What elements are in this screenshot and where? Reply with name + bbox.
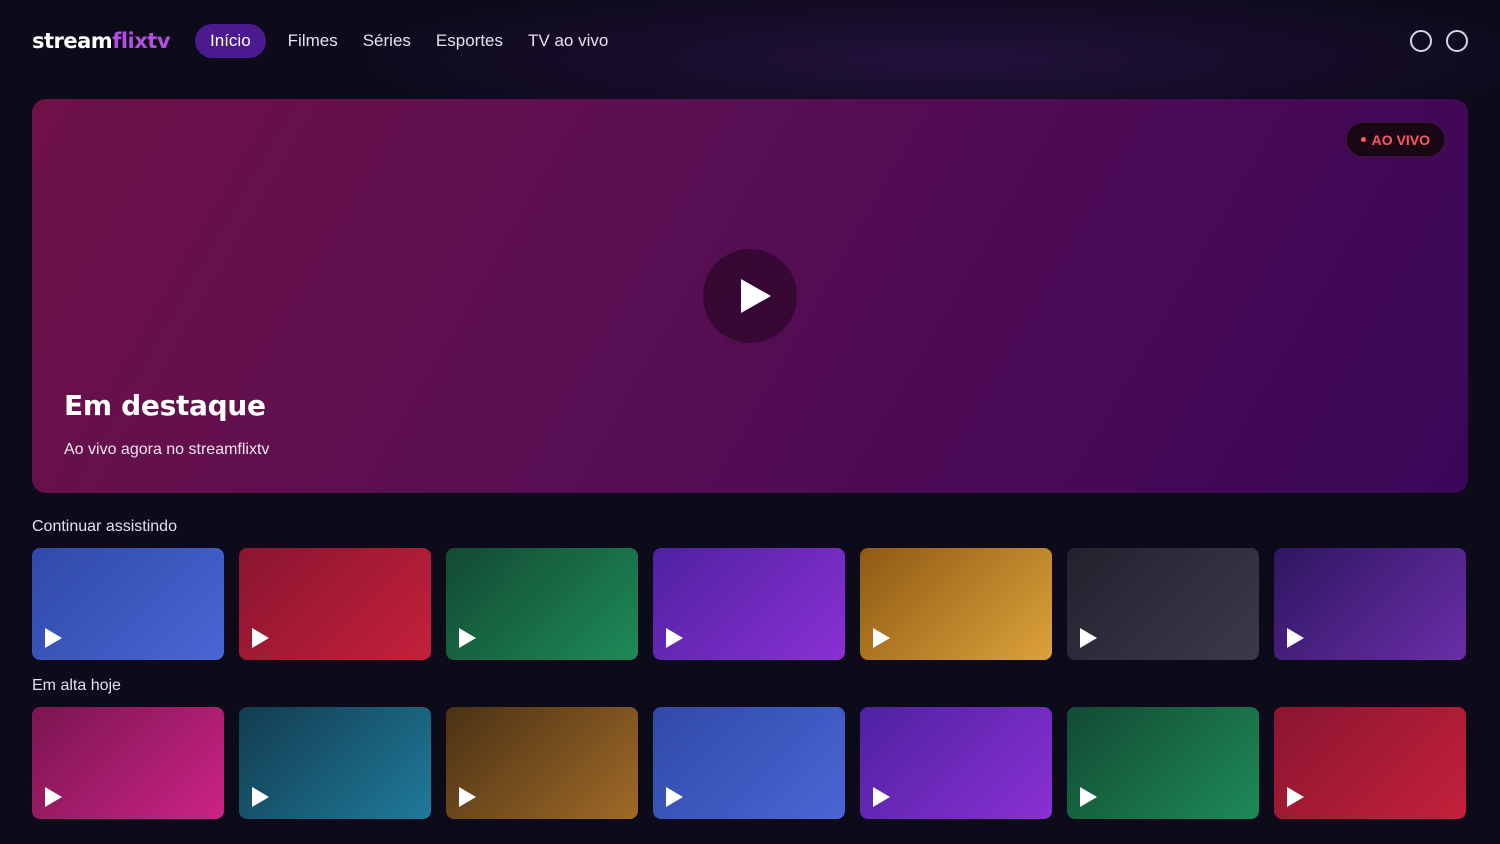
logo[interactable]: streamflixtv [32,29,171,53]
main-nav: Início Filmes Séries Esportes TV ao vivo [195,24,621,58]
video-card[interactable] [32,707,224,819]
hero-subtitle: Ao vivo agora no streamflixtv [64,441,270,458]
video-card[interactable] [32,548,224,660]
featured-banner[interactable]: AO VIVO Em destaque Ao vivo agora no str… [32,99,1468,493]
video-card[interactable] [239,707,431,819]
nav-esportes[interactable]: Esportes [424,24,515,58]
play-icon [252,787,269,807]
hero-title: Em destaque [64,389,266,422]
header-actions [1410,30,1468,52]
nav-filmes[interactable]: Filmes [276,24,350,58]
video-card[interactable] [1067,707,1259,819]
play-icon [666,787,683,807]
row-title-em-alta: Em alta hoje [32,677,121,694]
play-icon [45,628,62,648]
app-page: streamflixtv Início Filmes Séries Esport… [0,0,1500,844]
logo-flixtv: flixtv [112,29,171,53]
play-icon [741,279,771,313]
play-icon [1080,628,1097,648]
play-icon [45,787,62,807]
live-badge: AO VIVO [1345,122,1445,157]
live-dot-icon [1360,137,1366,142]
play-icon [459,628,476,648]
row-continuar-assistindo [32,548,1468,660]
play-icon [873,628,890,648]
video-card[interactable] [860,707,1052,819]
nav-tv-ao-vivo[interactable]: TV ao vivo [516,24,620,58]
hero-play-button[interactable] [703,249,797,343]
video-card[interactable] [653,548,845,660]
play-icon [873,787,890,807]
nav-inicio[interactable]: Início [195,24,266,58]
video-card[interactable] [653,707,845,819]
play-icon [1080,787,1097,807]
play-icon [1287,787,1304,807]
video-card[interactable] [446,548,638,660]
video-card[interactable] [446,707,638,819]
play-icon [666,628,683,648]
play-icon [252,628,269,648]
video-card[interactable] [1274,548,1466,660]
profile-icon[interactable] [1446,30,1468,52]
row-em-alta-hoje [32,707,1468,819]
live-badge-label: AO VIVO [1371,131,1430,148]
top-header: streamflixtv Início Filmes Séries Esport… [0,0,1500,82]
logo-stream: stream [32,29,113,53]
row-title-continuar: Continuar assistindo [32,518,177,535]
video-card[interactable] [1274,707,1466,819]
play-icon [459,787,476,807]
video-card[interactable] [239,548,431,660]
video-card[interactable] [860,548,1052,660]
video-card[interactable] [1067,548,1259,660]
play-icon [1287,628,1304,648]
nav-series[interactable]: Séries [351,24,423,58]
search-icon[interactable] [1410,30,1432,52]
